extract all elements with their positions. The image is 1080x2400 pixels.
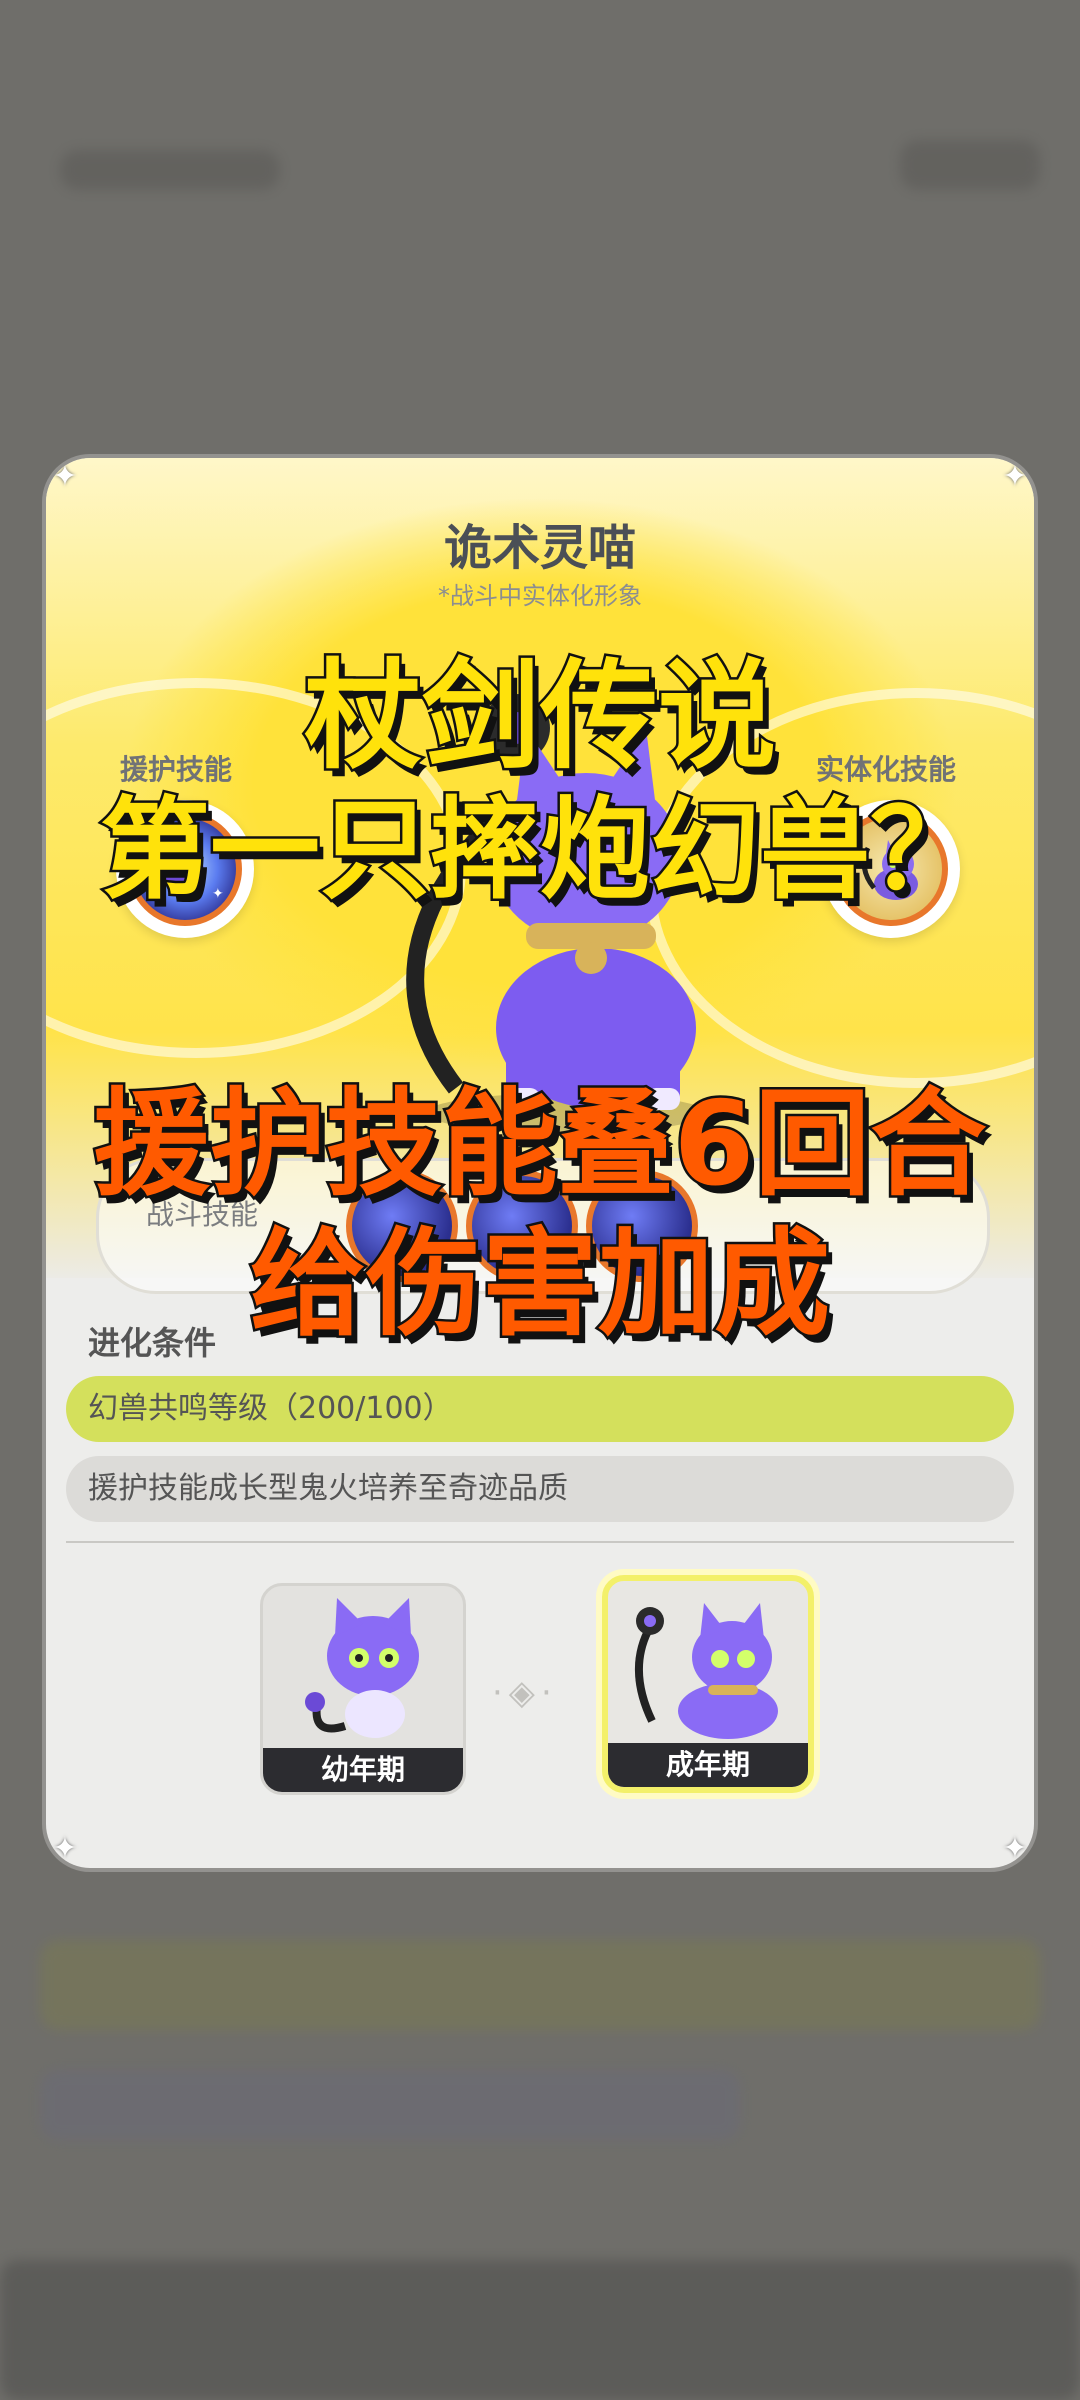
corner-ornament-icon: ✦	[1002, 459, 1028, 494]
corner-ornament-icon: ✦	[52, 1831, 78, 1866]
background-block	[900, 140, 1040, 190]
overlay-title-line2: 第一只摔炮幻兽？	[98, 784, 983, 917]
condition-completed: 幻兽共鸣等级（200/100）	[66, 1376, 1014, 1442]
stage-label: 幼年期	[263, 1748, 463, 1792]
adult-cat-icon	[635, 1603, 778, 1739]
overlay-caption-line4: 给伤害加成	[248, 1215, 833, 1355]
beast-subtitle: *战斗中实体化形象	[438, 582, 642, 610]
divider	[66, 1541, 1014, 1543]
corner-ornament-icon: ✦	[1002, 1831, 1028, 1866]
background-block	[0, 2260, 1080, 2400]
stage-connector-icon: ·◈·	[492, 1673, 558, 1713]
corner-ornament-icon: ✦	[52, 459, 78, 494]
beast-name: 诡术灵喵	[443, 520, 636, 576]
stage-juvenile-button[interactable]: 幼年期	[260, 1583, 466, 1795]
background-block	[40, 1940, 1040, 2030]
stage-adult-button[interactable]: 成年期	[602, 1575, 814, 1793]
condition-incomplete: 援护技能成长型鬼火培养至奇迹品质	[66, 1456, 1014, 1522]
stage-label: 成年期	[608, 1743, 808, 1787]
background-block	[40, 2070, 740, 2140]
background-block	[60, 150, 280, 190]
juvenile-cat-icon	[305, 1598, 419, 1738]
